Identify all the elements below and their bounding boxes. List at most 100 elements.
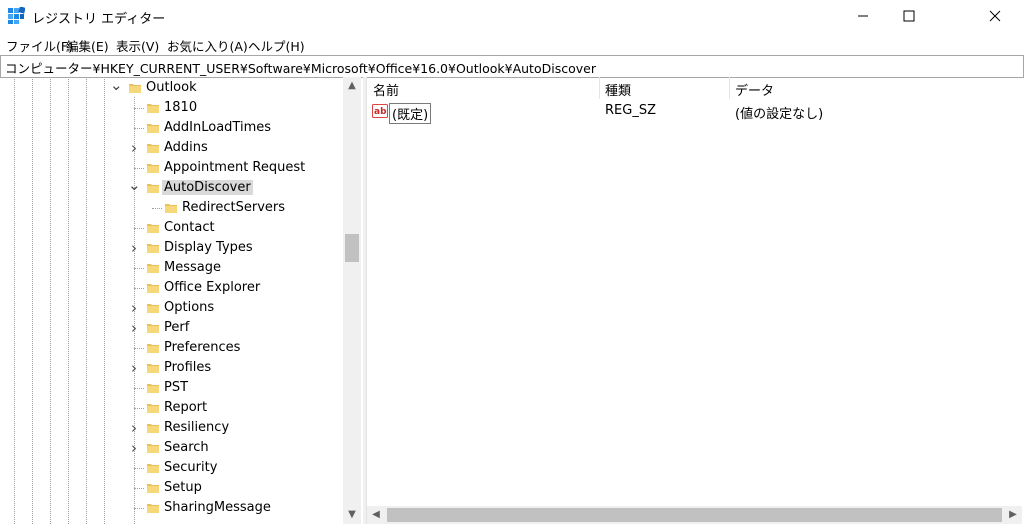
tree-node-1810[interactable]: 1810 (0, 98, 343, 118)
column-header-name[interactable]: 名前 (367, 77, 600, 99)
value-list-pane[interactable]: 名前 種類 データ ab (既定) REG_SZ (値の設定なし) (367, 77, 1024, 524)
list-horizontal-scrollbar[interactable]: ◀ ▶ (367, 506, 1022, 524)
window-title: レジストリ エディター (32, 12, 166, 27)
close-icon (989, 10, 1001, 22)
tree-connector (134, 108, 144, 109)
scroll-left-arrow-icon[interactable]: ◀ (367, 506, 385, 524)
tree-node-addinloadtimes[interactable]: AddInLoadTimes (0, 118, 343, 138)
value-type: REG_SZ (605, 103, 656, 118)
tree-node-sharingmessage[interactable]: SharingMessage (0, 498, 343, 518)
column-header-data[interactable]: データ (729, 77, 1023, 99)
tree-node-label: Preferences (164, 340, 241, 355)
tree-node-label: Search (164, 440, 209, 455)
tree-node-preferences[interactable]: Preferences (0, 338, 343, 358)
scroll-right-arrow-icon[interactable]: ▶ (1004, 506, 1022, 524)
chevron-down-icon[interactable]: ⌄ (128, 178, 141, 195)
chevron-right-icon[interactable]: › (128, 441, 140, 456)
chevron-right-icon[interactable]: › (128, 361, 140, 376)
tree-node-setup[interactable]: Setup (0, 478, 343, 498)
value-name[interactable]: (既定) (389, 103, 432, 124)
tree-connector (134, 408, 144, 409)
folder-icon (147, 104, 159, 113)
menu-help[interactable]: ヘルプ(H) (248, 36, 305, 55)
folder-icon (147, 404, 159, 413)
folder-icon (129, 84, 141, 93)
menu-view[interactable]: 表示(V) (116, 36, 159, 55)
folder-icon (147, 424, 159, 433)
value-data: (値の設定なし) (735, 107, 824, 122)
tree-node-office-explorer[interactable]: Office Explorer (0, 278, 343, 298)
menu-file[interactable]: ファイル(F) (6, 36, 73, 55)
tree-connector (134, 488, 144, 489)
chevron-down-icon[interactable]: ⌄ (110, 78, 123, 95)
scroll-down-arrow-icon[interactable]: ▼ (343, 506, 361, 524)
tree-node-label: Profiles (164, 360, 212, 375)
folder-icon (165, 204, 177, 213)
chevron-right-icon[interactable]: › (128, 321, 140, 336)
folder-icon (147, 164, 159, 173)
minimize-button[interactable] (840, 0, 886, 32)
tree-node-label: Office Explorer (164, 280, 261, 295)
menu-favorites[interactable]: お気に入り(A) (167, 36, 248, 55)
tree-node-redirectservers[interactable]: RedirectServers (0, 198, 343, 218)
value-row[interactable]: ab (既定) REG_SZ (値の設定なし) (367, 101, 1024, 124)
folder-icon (147, 444, 159, 453)
folder-icon (147, 464, 159, 473)
tree-node-label: Appointment Request (164, 160, 306, 175)
key-tree-pane[interactable]: ⌄ Outlook 1810 AddInLoadTimes › Addins Appoint… (0, 77, 367, 524)
tree-node-label: PST (164, 380, 189, 395)
tree-connector (134, 388, 144, 389)
tree-node-label: SharingMessage (164, 500, 271, 515)
tree-node-pst[interactable]: PST (0, 378, 343, 398)
folder-icon (147, 504, 159, 513)
tree-node-security[interactable]: Security (0, 458, 343, 478)
chevron-right-icon[interactable]: › (128, 301, 140, 316)
scroll-up-arrow-icon[interactable]: ▲ (343, 77, 361, 95)
tree-node-label: Security (164, 460, 218, 475)
tree-node-appointment-request[interactable]: Appointment Request (0, 158, 343, 178)
pane-splitter[interactable] (363, 77, 366, 524)
tree-node-label: Message (164, 260, 221, 275)
tree-connector (134, 128, 144, 129)
scrollbar-thumb[interactable] (387, 508, 1002, 522)
tree-node-display-types[interactable]: › Display Types (0, 238, 343, 258)
folder-icon (147, 144, 159, 153)
column-header-type[interactable]: 種類 (599, 77, 730, 99)
tree-node-resiliency[interactable]: › Resiliency (0, 418, 343, 438)
address-path[interactable]: コンピューター¥HKEY_CURRENT_USER¥Software¥Micro… (5, 58, 596, 77)
tree-node-perf[interactable]: › Perf (0, 318, 343, 338)
menu-edit[interactable]: 編集(E) (66, 36, 109, 55)
tree-connector (134, 228, 144, 229)
tree-node-addins[interactable]: › Addins (0, 138, 343, 158)
folder-icon (147, 244, 159, 253)
tree-node-report[interactable]: Report (0, 398, 343, 418)
address-bar[interactable]: コンピューター¥HKEY_CURRENT_USER¥Software¥Micro… (0, 55, 1024, 78)
folder-icon (147, 364, 159, 373)
string-value-icon: ab (372, 104, 388, 118)
tree-node-label: RedirectServers (182, 200, 286, 215)
tree-node-options[interactable]: › Options (0, 298, 343, 318)
tree-node-contact[interactable]: Contact (0, 218, 343, 238)
tree-node-search[interactable]: › Search (0, 438, 343, 458)
tree-connector (134, 468, 144, 469)
maximize-icon (903, 10, 915, 22)
folder-icon (147, 344, 159, 353)
tree-node-autodiscover[interactable]: ⌄ AutoDiscover (0, 178, 343, 198)
close-button[interactable] (972, 0, 1018, 32)
chevron-right-icon[interactable]: › (128, 141, 140, 156)
tree-node-label: Resiliency (164, 420, 230, 435)
chevron-right-icon[interactable]: › (128, 421, 140, 436)
tree-vertical-scrollbar[interactable]: ▲ ▼ (343, 77, 361, 524)
chevron-right-icon[interactable]: › (128, 241, 140, 256)
scrollbar-thumb[interactable] (345, 234, 359, 262)
tree-connector (134, 288, 144, 289)
tree-node-outlook[interactable]: ⌄ Outlook (0, 78, 343, 98)
tree-node-message[interactable]: Message (0, 258, 343, 278)
tree-node-label: Setup (164, 480, 202, 495)
tree-node-label: 1810 (164, 100, 198, 115)
folder-icon (147, 304, 159, 313)
tree-node-profiles[interactable]: › Profiles (0, 358, 343, 378)
tree-connector (134, 348, 144, 349)
tree-node-label: Perf (164, 320, 190, 335)
maximize-button[interactable] (886, 0, 932, 32)
